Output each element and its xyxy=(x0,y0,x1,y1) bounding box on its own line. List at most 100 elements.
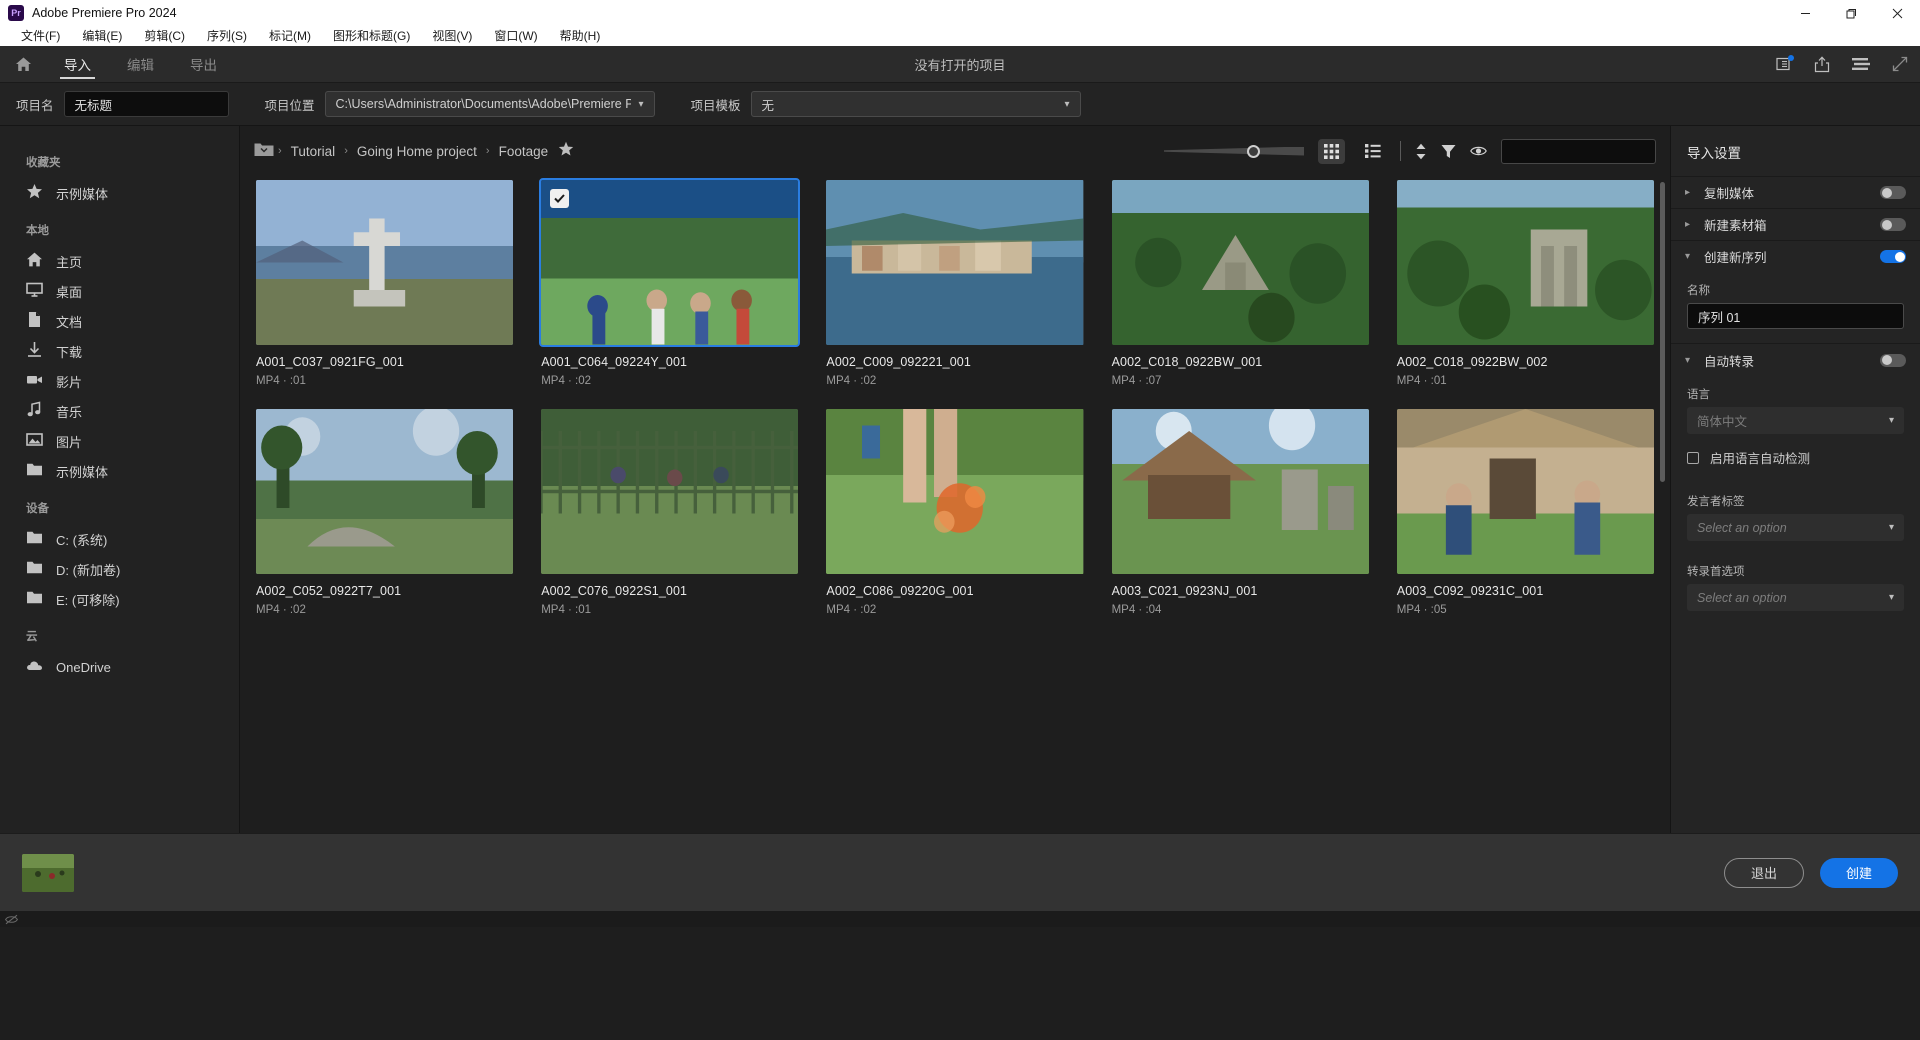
media-card[interactable]: A002_C052_0922T7_001 MP4 · :02 xyxy=(256,409,514,616)
breadcrumb-item-2[interactable]: Footage xyxy=(499,144,549,159)
menu-item-1[interactable]: 编辑(E) xyxy=(71,26,133,46)
media-file-name: A002_C052_0922T7_001 xyxy=(256,584,402,598)
media-thumbnail[interactable] xyxy=(826,180,1084,345)
media-card[interactable]: A002_C018_0922BW_001 MP4 · :07 xyxy=(1111,180,1369,387)
new-sequence-toggle[interactable] xyxy=(1880,250,1906,263)
home-icon[interactable] xyxy=(0,56,46,73)
breadcrumb-item-0[interactable]: Tutorial xyxy=(291,144,336,159)
sidebar-item-示例媒体[interactable]: 示例媒体 xyxy=(0,178,239,208)
section-auto-transcribe[interactable]: ▾ 自动转录 xyxy=(1671,344,1920,376)
sidebar-item-label: 图片 xyxy=(56,434,83,450)
media-card[interactable]: A001_C037_0921FG_001 MP4 · :01 xyxy=(256,180,514,387)
media-thumbnail[interactable] xyxy=(539,178,801,347)
sidebar-item-文档[interactable]: 文档 xyxy=(0,306,239,336)
exit-button[interactable]: 退出 xyxy=(1723,857,1804,888)
sort-icon[interactable] xyxy=(1415,143,1427,160)
media-thumbnail[interactable] xyxy=(256,409,514,574)
grid-view-button[interactable] xyxy=(1318,138,1345,164)
media-thumbnail[interactable] xyxy=(541,409,799,574)
auto-detect-language-checkbox[interactable] xyxy=(1687,451,1699,464)
project-template-label: 项目模板 xyxy=(690,98,741,113)
sequence-name-input[interactable]: 序列 01 xyxy=(1687,303,1904,329)
sidebar-item-label: D: (新加卷) xyxy=(56,562,121,578)
section-new-bin-label: 新建素材箱 xyxy=(1704,219,1767,233)
media-card[interactable]: A003_C021_0923NJ_001 MP4 · :04 xyxy=(1111,409,1369,616)
media-thumbnail[interactable] xyxy=(1396,409,1654,574)
media-thumbnail[interactable] xyxy=(1111,409,1369,574)
media-thumbnail[interactable] xyxy=(1396,180,1654,345)
minimize-icon[interactable] xyxy=(1782,0,1828,26)
project-name-input[interactable] xyxy=(63,91,229,117)
menu-item-4[interactable]: 标记(M) xyxy=(258,26,322,46)
section-new-bin[interactable]: ▸ 新建素材箱 xyxy=(1671,208,1920,240)
project-template-select[interactable]: 无 ▾ xyxy=(750,91,1081,117)
media-file-meta: MP4 · :02 xyxy=(541,375,592,387)
folder-up-icon[interactable] xyxy=(254,141,274,162)
tab-导出[interactable]: 导出 xyxy=(172,46,235,83)
media-card[interactable]: A002_C086_09220G_001 MP4 · :02 xyxy=(826,409,1084,616)
media-thumbnail[interactable] xyxy=(826,409,1084,574)
media-card[interactable]: A002_C009_092221_001 MP4 · :02 xyxy=(826,180,1084,387)
fullscreen-icon[interactable] xyxy=(1892,56,1908,72)
sidebar-item-图片[interactable]: 图片 xyxy=(0,426,239,456)
sidebar-item-D: (新加卷)[interactable]: D: (新加卷) xyxy=(0,554,239,584)
project-template-value: 无 xyxy=(761,98,775,113)
media-card[interactable]: A003_C092_09231C_001 MP4 · :05 xyxy=(1396,409,1654,616)
media-card[interactable]: A002_C018_0922BW_002 MP4 · :01 xyxy=(1396,180,1654,387)
sidebar-item-C: (系统)[interactable]: C: (系统) xyxy=(0,524,239,554)
create-button[interactable]: 创建 xyxy=(1819,857,1898,888)
sidebar-item-E: (可移除)[interactable]: E: (可移除) xyxy=(0,584,239,614)
close-icon[interactable] xyxy=(1874,0,1920,26)
menu-item-0[interactable]: 文件(F) xyxy=(10,26,71,46)
tab-编辑[interactable]: 编辑 xyxy=(109,46,172,83)
sidebar-item-影片[interactable]: 影片 xyxy=(0,366,239,396)
sidebar-item-主页[interactable]: 主页 xyxy=(0,246,239,276)
media-file-meta: MP4 · :04 xyxy=(1111,604,1162,616)
vertical-scrollbar[interactable] xyxy=(1660,182,1665,482)
project-location-select[interactable]: C:\Users\Administrator\Documents\Adobe\P… xyxy=(324,91,655,117)
preview-eye-icon[interactable] xyxy=(1470,145,1487,157)
auto-detect-language-row[interactable]: 启用语言自动检测 xyxy=(1671,434,1920,471)
search-input[interactable] xyxy=(1515,144,1670,158)
media-card[interactable]: A002_C076_0922S1_001 MP4 · :01 xyxy=(541,409,799,616)
monitor-icon xyxy=(26,281,43,301)
menu-item-8[interactable]: 帮助(H) xyxy=(549,26,612,46)
thumbnail-zoom-slider[interactable] xyxy=(1164,140,1304,162)
breadcrumb-item-1[interactable]: Going Home project xyxy=(357,144,477,159)
star-icon[interactable] xyxy=(558,141,574,162)
new-bin-toggle[interactable] xyxy=(1880,218,1906,231)
section-new-sequence[interactable]: ▾ 创建新序列 xyxy=(1671,240,1920,272)
menu-item-6[interactable]: 视图(V) xyxy=(421,26,483,46)
restore-icon[interactable] xyxy=(1828,0,1874,26)
sidebar-item-示例媒体[interactable]: 示例媒体 xyxy=(0,456,239,486)
sidebar-item-音乐[interactable]: 音乐 xyxy=(0,396,239,426)
notes-icon[interactable] xyxy=(1776,55,1794,72)
speaker-select[interactable]: Select an option ▾ xyxy=(1687,514,1904,541)
menu-item-3[interactable]: 序列(S) xyxy=(196,26,258,46)
cloud-icon xyxy=(26,657,43,677)
media-thumbnail[interactable] xyxy=(256,180,514,345)
auto-transcribe-toggle[interactable] xyxy=(1880,353,1906,367)
menu-item-5[interactable]: 图形和标题(G) xyxy=(322,26,421,46)
share-icon[interactable] xyxy=(1814,55,1830,73)
zoom-slider-knob[interactable] xyxy=(1246,144,1260,158)
search-box[interactable] xyxy=(1501,138,1670,164)
chevron-right-icon: ▸ xyxy=(1685,219,1691,230)
sidebar-item-label: 音乐 xyxy=(56,404,83,420)
sidebar-item-OneDrive[interactable]: OneDrive xyxy=(0,652,239,682)
language-select[interactable]: 简体中文 ▾ xyxy=(1687,407,1904,434)
media-selected-checkbox[interactable] xyxy=(550,189,570,208)
menu-item-7[interactable]: 窗口(W) xyxy=(483,26,548,46)
copy-media-toggle[interactable] xyxy=(1880,186,1906,199)
section-copy-media[interactable]: ▸ 复制媒体 xyxy=(1671,176,1920,208)
filter-icon[interactable] xyxy=(1441,144,1456,159)
layers-icon[interactable] xyxy=(1852,57,1870,71)
sidebar-item-下载[interactable]: 下载 xyxy=(0,336,239,366)
tab-导入[interactable]: 导入 xyxy=(46,46,109,83)
media-card[interactable]: A001_C064_09224Y_001 MP4 · :02 xyxy=(539,178,801,387)
menu-item-2[interactable]: 剪辑(C) xyxy=(133,26,196,46)
list-view-button[interactable] xyxy=(1359,139,1386,164)
sidebar-item-桌面[interactable]: 桌面 xyxy=(0,276,239,306)
transcribe-select[interactable]: Select an option ▾ xyxy=(1687,584,1904,611)
media-thumbnail[interactable] xyxy=(1111,180,1369,345)
